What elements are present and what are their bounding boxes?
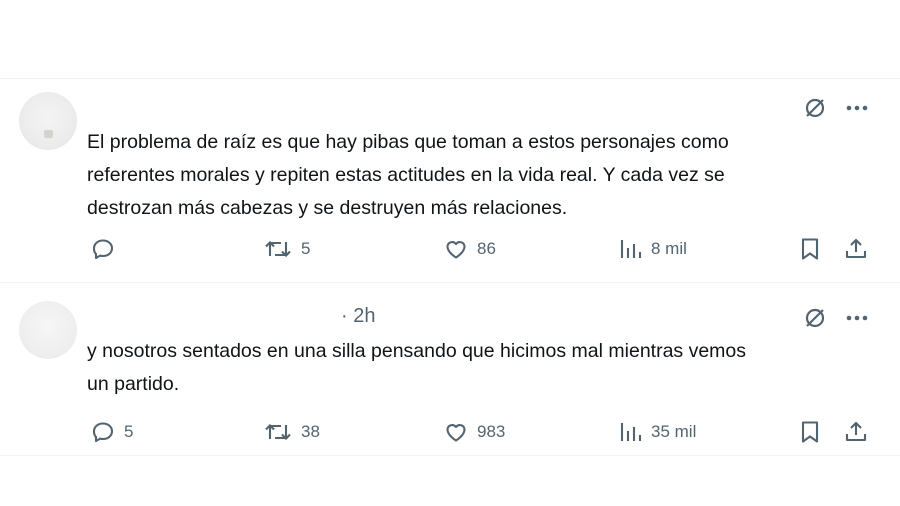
post-top-actions xyxy=(802,95,868,121)
repost-icon xyxy=(263,236,293,262)
post-card[interactable]: · 2h y nosotros sentados en una silla pe… xyxy=(0,282,900,456)
reply-button[interactable]: 5 xyxy=(90,417,133,447)
reply-count: 5 xyxy=(124,422,134,441)
share-icon xyxy=(843,236,869,262)
post-text: y nosotros sentados en una silla pensand… xyxy=(87,335,867,401)
repost-count: 38 xyxy=(301,422,320,441)
views-button[interactable]: 35 mil xyxy=(619,417,696,447)
share-icon xyxy=(843,419,869,445)
like-icon xyxy=(443,236,469,262)
like-button[interactable]: 86 xyxy=(443,234,496,264)
share-button[interactable] xyxy=(843,417,869,447)
reply-icon xyxy=(90,419,116,445)
like-count: 983 xyxy=(477,422,506,441)
more-icon[interactable] xyxy=(846,105,868,111)
views-count: 8 mil xyxy=(651,239,687,258)
reply-icon xyxy=(90,236,116,262)
views-button[interactable]: 8 mil xyxy=(619,234,687,264)
repost-count: 5 xyxy=(301,239,311,258)
views-icon xyxy=(619,419,643,445)
bookmark-button[interactable] xyxy=(798,234,822,264)
post-card[interactable]: El problema de raíz es que hay pibas que… xyxy=(0,78,900,279)
grok-icon[interactable] xyxy=(802,95,828,121)
views-count: 35 mil xyxy=(651,422,697,441)
post-text-line: y nosotros sentados en una silla pensand… xyxy=(87,340,747,362)
post-top-actions xyxy=(802,305,868,331)
views-icon xyxy=(619,236,643,262)
like-button[interactable]: 983 xyxy=(443,417,505,447)
post-text-line: El problema de raíz es que hay pibas que… xyxy=(87,131,729,153)
more-icon[interactable] xyxy=(846,315,868,321)
bookmark-icon xyxy=(798,236,822,262)
post-actions: 5 38 983 35 mil xyxy=(0,417,900,447)
post-text: El problema de raíz es que hay pibas que… xyxy=(87,126,867,225)
post-text-line: un partido. xyxy=(87,373,180,395)
repost-icon xyxy=(263,419,293,445)
repost-button[interactable]: 38 xyxy=(263,417,320,447)
reply-button[interactable] xyxy=(90,234,124,264)
post-text-line: destrozan más cabezas y se destruyen más… xyxy=(87,197,568,219)
like-icon xyxy=(443,419,469,445)
like-count: 86 xyxy=(477,239,496,258)
bookmark-button[interactable] xyxy=(798,417,822,447)
post-actions: 5 86 8 mil xyxy=(0,234,900,264)
bookmark-icon xyxy=(798,419,822,445)
repost-button[interactable]: 5 xyxy=(263,234,310,264)
grok-icon[interactable] xyxy=(802,305,828,331)
post-text-line: referentes morales y repiten estas actit… xyxy=(87,164,725,186)
avatar[interactable] xyxy=(19,92,77,150)
avatar-mark xyxy=(44,130,53,138)
post-timestamp[interactable]: · 2h xyxy=(341,305,375,328)
share-button[interactable] xyxy=(843,234,869,264)
avatar[interactable] xyxy=(19,301,77,359)
